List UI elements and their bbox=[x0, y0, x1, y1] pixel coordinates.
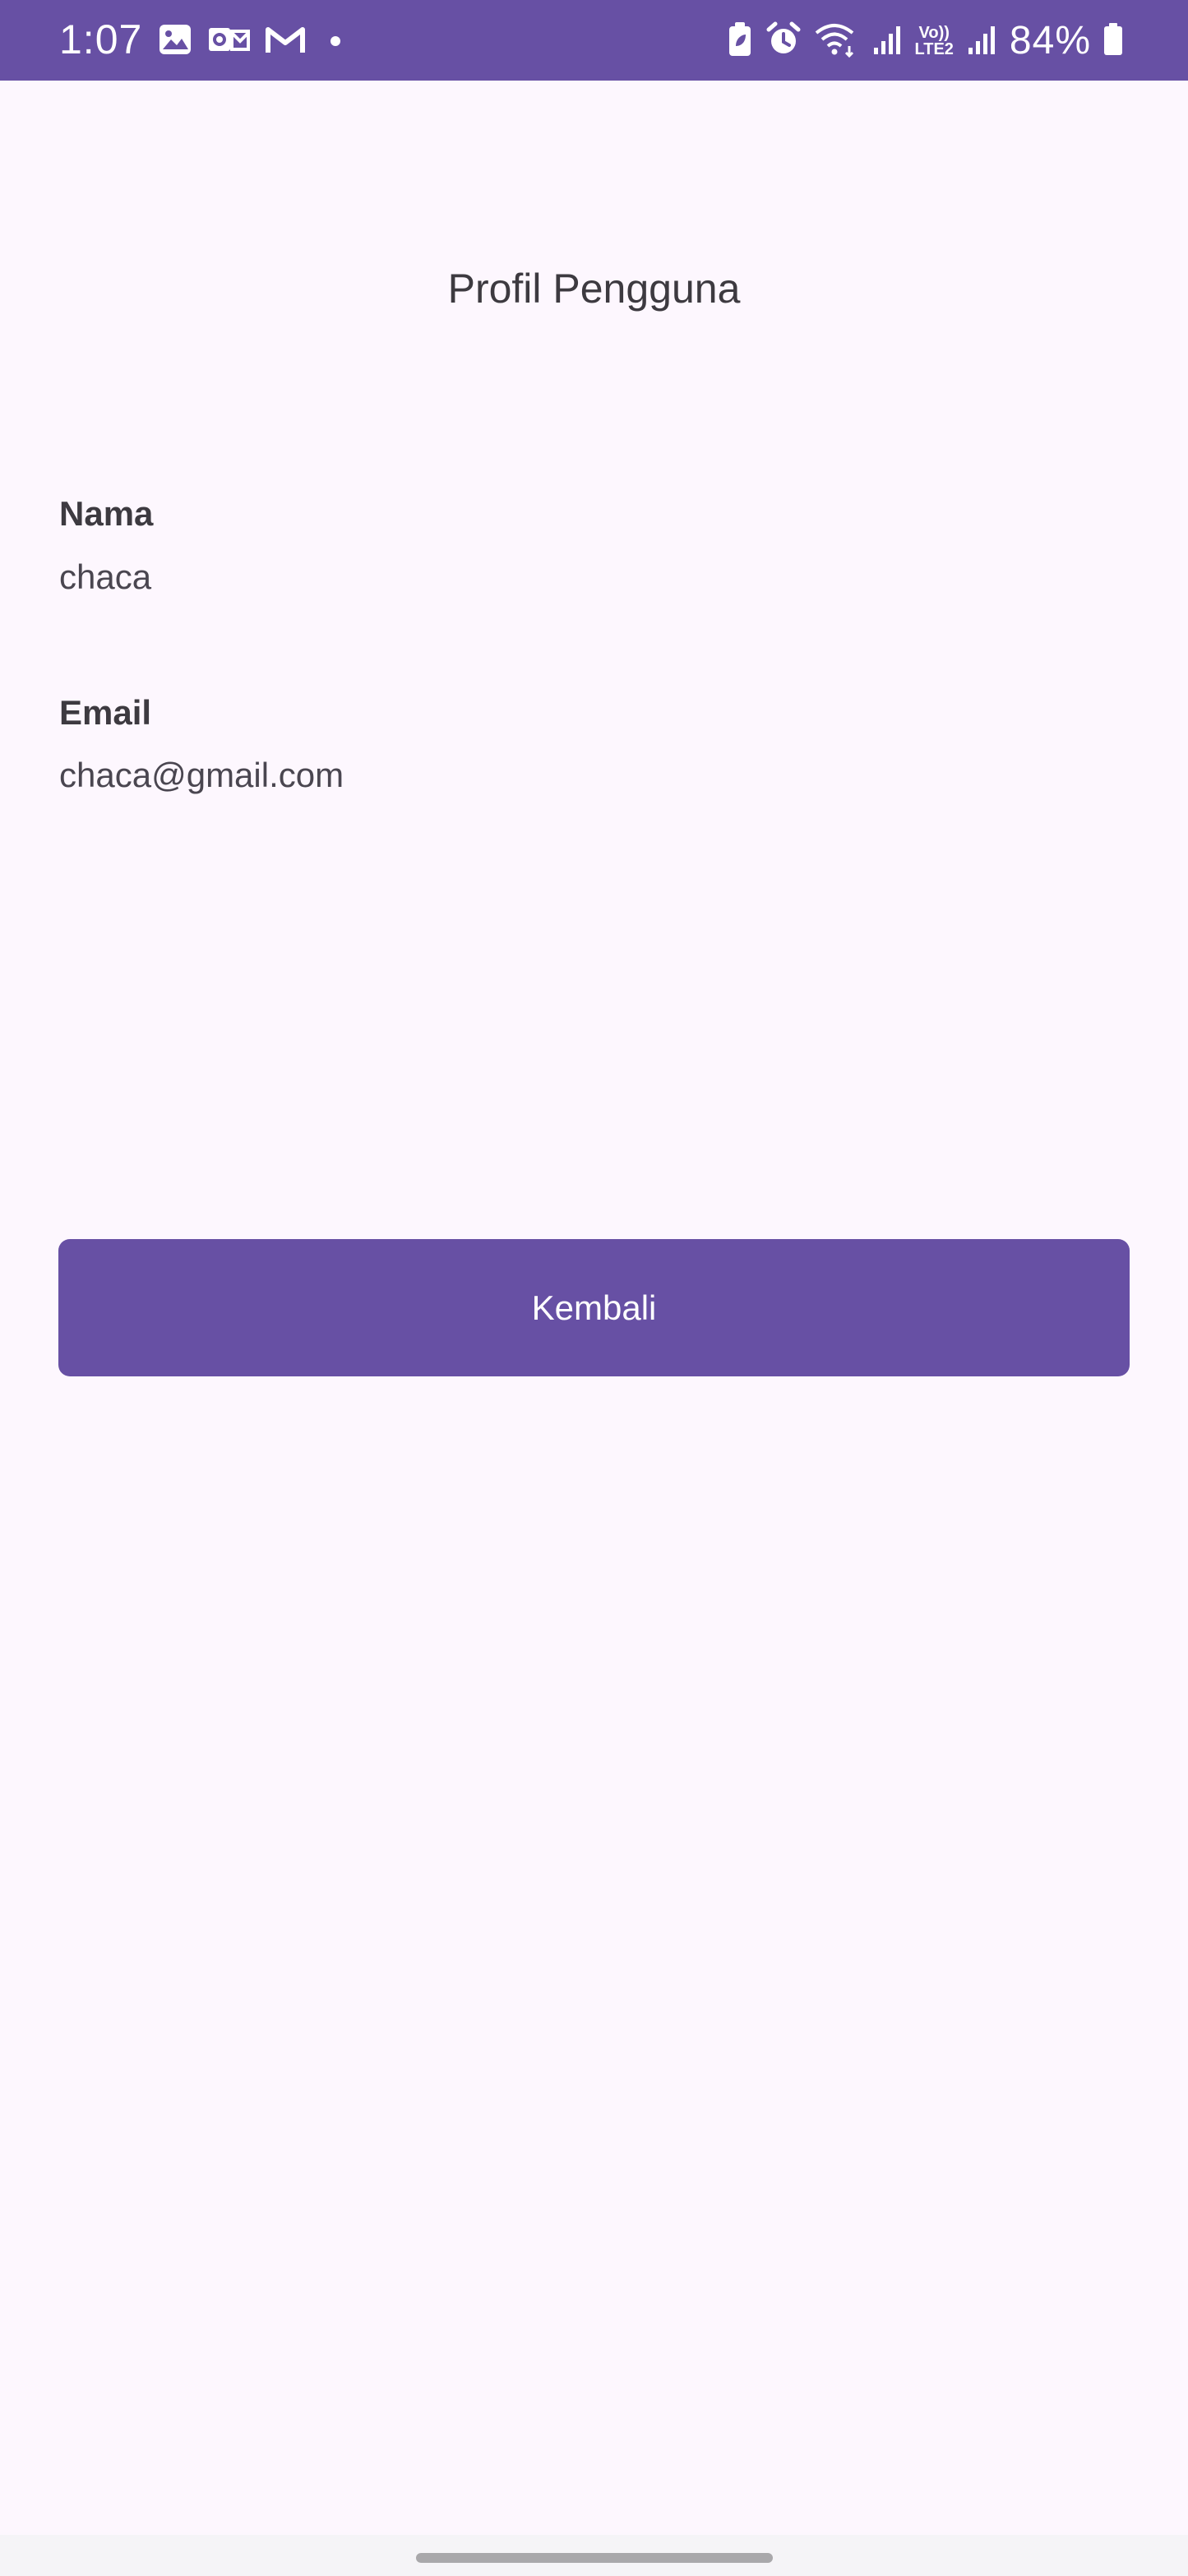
status-time: 1:07 bbox=[59, 16, 143, 62]
page-title: Profil Pengguna bbox=[447, 266, 741, 312]
system-icons: Vo)) LTE2 84% bbox=[726, 20, 1125, 62]
notification-dot bbox=[331, 36, 340, 46]
status-bar: 1:07 Vo)) LTE2 84% bbox=[0, 0, 1188, 81]
volte-label: Vo)) bbox=[918, 24, 950, 42]
gallery-icon bbox=[158, 23, 192, 60]
email-value: chaca@gmail.com bbox=[59, 756, 344, 794]
name-label: Nama bbox=[59, 494, 154, 533]
volte-icon: Vo)) LTE2 bbox=[915, 25, 954, 58]
email-label: Email bbox=[59, 693, 152, 732]
battery-icon bbox=[1102, 22, 1124, 61]
lte-label: LTE2 bbox=[914, 40, 954, 58]
home-gesture-handle[interactable] bbox=[416, 2553, 773, 2563]
notification-icons bbox=[158, 23, 340, 59]
signal-icon bbox=[965, 23, 998, 60]
back-button[interactable]: Kembali bbox=[58, 1239, 1130, 1376]
outlook-icon bbox=[207, 23, 250, 60]
battery-saver-icon bbox=[726, 21, 754, 62]
signal-icon bbox=[871, 23, 904, 60]
gmail-icon bbox=[265, 23, 306, 60]
battery-percent: 84% bbox=[1009, 19, 1091, 62]
wifi-icon bbox=[813, 21, 859, 62]
alarm-icon bbox=[765, 21, 802, 62]
name-value: chaca bbox=[59, 557, 152, 596]
navigation-bar bbox=[0, 2535, 1188, 2576]
profile-screen: 1:07 Vo)) LTE2 84% Profil Pengguna Nama … bbox=[0, 0, 1188, 2576]
